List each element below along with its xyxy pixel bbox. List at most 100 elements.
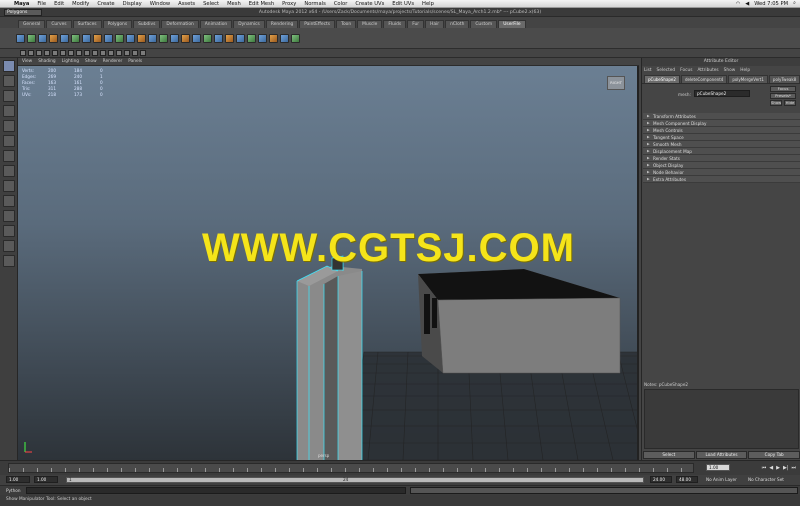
- viewcube[interactable]: RIGHT: [607, 76, 625, 90]
- panel-menu-lighting[interactable]: Lighting: [62, 59, 79, 64]
- layout-icon[interactable]: [3, 225, 15, 237]
- tab-toon[interactable]: Toon: [336, 20, 357, 28]
- shelf-tool-icon[interactable]: [192, 33, 201, 43]
- shelf-tool-icon[interactable]: [104, 33, 113, 43]
- shelf-tool-icon[interactable]: [71, 33, 80, 43]
- tab-animation[interactable]: Animation: [199, 20, 233, 28]
- tab-subdivs[interactable]: Subdivs: [133, 20, 161, 28]
- shelf-tool-icon[interactable]: [16, 33, 25, 43]
- menu-mesh[interactable]: Mesh: [223, 1, 245, 7]
- status-icon[interactable]: [124, 50, 130, 56]
- clock[interactable]: Wed 7:05 PM: [754, 1, 788, 7]
- range-out-field[interactable]: 48.00: [676, 476, 698, 483]
- tab-deformation[interactable]: Deformation: [161, 20, 199, 28]
- shelf-tool-icon[interactable]: [137, 33, 146, 43]
- shelf-tool-icon[interactable]: [126, 33, 135, 43]
- focus-button[interactable]: Focus: [770, 86, 796, 92]
- tab-hair[interactable]: Hair: [425, 20, 445, 28]
- menu-edit-uvs[interactable]: Edit UVs: [388, 1, 418, 7]
- menu-assets[interactable]: Assets: [174, 1, 199, 7]
- tab-surfaces[interactable]: Surfaces: [72, 20, 102, 28]
- layout-single-icon[interactable]: [3, 180, 15, 192]
- tab-rendering[interactable]: Rendering: [265, 20, 299, 28]
- status-icon[interactable]: [44, 50, 50, 56]
- current-frame-field[interactable]: 1.00: [706, 464, 730, 471]
- menu-modify[interactable]: Modify: [68, 1, 93, 7]
- status-icon[interactable]: [116, 50, 122, 56]
- select-button[interactable]: Select: [643, 451, 695, 459]
- menu-color[interactable]: Color: [330, 1, 352, 7]
- status-icon[interactable]: [100, 50, 106, 56]
- status-icon[interactable]: [108, 50, 114, 56]
- anim-layer-label[interactable]: No Anim Layer: [706, 477, 737, 482]
- panel-menu-renderer[interactable]: Renderer: [103, 59, 123, 64]
- shelf-tool-icon[interactable]: [269, 33, 278, 43]
- presets-button[interactable]: Presets*: [770, 93, 796, 99]
- menu-edit-mesh[interactable]: Edit Mesh: [245, 1, 278, 7]
- ae-menu-attributes[interactable]: Attributes: [697, 68, 718, 73]
- tab-general[interactable]: General: [18, 20, 46, 28]
- status-icon[interactable]: [92, 50, 98, 56]
- menu-edit[interactable]: Edit: [50, 1, 68, 7]
- tab-fluids[interactable]: Fluids: [383, 20, 407, 28]
- ae-tab-pcubeshape2[interactable]: pCubeShape2: [644, 75, 680, 83]
- shelf-tool-icon[interactable]: [225, 33, 234, 43]
- script-lang-label[interactable]: Python: [6, 488, 21, 493]
- status-icon[interactable]: [140, 50, 146, 56]
- status-icon[interactable]: [132, 50, 138, 56]
- shelf-tool-icon[interactable]: [159, 33, 168, 43]
- tab-fur[interactable]: Fur: [407, 20, 425, 28]
- layout-icon[interactable]: [3, 240, 15, 252]
- range-start-field[interactable]: 1.00: [6, 476, 30, 483]
- status-icon[interactable]: [20, 50, 26, 56]
- section-extra-attributes[interactable]: ▶ Extra Attributes: [643, 176, 800, 183]
- ae-tab-polytweak[interactable]: polyTweak8: [768, 75, 800, 83]
- rotate-tool-icon[interactable]: [3, 120, 15, 132]
- status-icon[interactable]: [76, 50, 82, 56]
- tab-painteffects[interactable]: PaintEffects: [299, 20, 336, 28]
- shelf-tool-icon[interactable]: [93, 33, 102, 43]
- scale-tool-icon[interactable]: [3, 135, 15, 147]
- section-smooth-mesh[interactable]: ▶ Smooth Mesh: [643, 141, 800, 148]
- menu-file[interactable]: File: [33, 1, 50, 7]
- character-set-label[interactable]: No Character Set: [748, 477, 784, 482]
- shelf-tool-icon[interactable]: [38, 33, 47, 43]
- status-icon[interactable]: [52, 50, 58, 56]
- section-render-stats[interactable]: ▶ Render Stats: [643, 155, 800, 162]
- move-tool-icon[interactable]: [3, 105, 15, 117]
- menu-create-uvs[interactable]: Create UVs: [351, 1, 388, 7]
- status-icon[interactable]: [28, 50, 34, 56]
- menu-set-dropdown[interactable]: Polygons: [4, 8, 42, 16]
- shelf-tool-icon[interactable]: [181, 33, 190, 43]
- shelf-tool-icon[interactable]: [115, 33, 124, 43]
- menu-display[interactable]: Display: [119, 1, 146, 7]
- panel-menu-shading[interactable]: Shading: [38, 59, 55, 64]
- mesh-name-field[interactable]: pCubeShape2: [694, 90, 750, 97]
- range-end-field[interactable]: 24.00: [650, 476, 672, 483]
- panel-menu-show[interactable]: Show: [85, 59, 97, 64]
- menu-app[interactable]: Maya: [10, 1, 33, 7]
- menu-proxy[interactable]: Proxy: [278, 1, 300, 7]
- ae-tab-deletecomponent[interactable]: deleteComponent4: [680, 75, 728, 83]
- volume-icon[interactable]: ◀: [745, 1, 749, 7]
- menu-window[interactable]: Window: [146, 1, 174, 7]
- section-tangent-space[interactable]: ▶ Tangent Space: [643, 134, 800, 141]
- tab-ncloth[interactable]: nCloth: [445, 20, 470, 28]
- menu-help[interactable]: Help: [418, 1, 438, 7]
- shelf-tool-icon[interactable]: [82, 33, 91, 43]
- shelf-tool-icon[interactable]: [27, 33, 36, 43]
- ae-menu-selected[interactable]: Selected: [657, 68, 676, 73]
- section-node-behavior[interactable]: ▶ Node Behavior: [643, 169, 800, 176]
- shelf-tool-icon[interactable]: [203, 33, 212, 43]
- time-slider-track[interactable]: [8, 463, 694, 473]
- go-end-icon[interactable]: ⏭: [791, 465, 796, 471]
- play-icon[interactable]: ▶: [776, 465, 780, 471]
- manipulator-tool-icon[interactable]: [3, 150, 15, 162]
- range-inner-start-field[interactable]: 1.00: [34, 476, 58, 483]
- shelf-tool-icon[interactable]: [236, 33, 245, 43]
- spotlight-icon[interactable]: ⌕: [793, 0, 796, 7]
- show-button[interactable]: Show: [770, 100, 782, 106]
- shelf-tool-icon[interactable]: [170, 33, 179, 43]
- range-bar[interactable]: 1 24: [66, 477, 644, 483]
- wifi-icon[interactable]: ◠: [736, 1, 741, 7]
